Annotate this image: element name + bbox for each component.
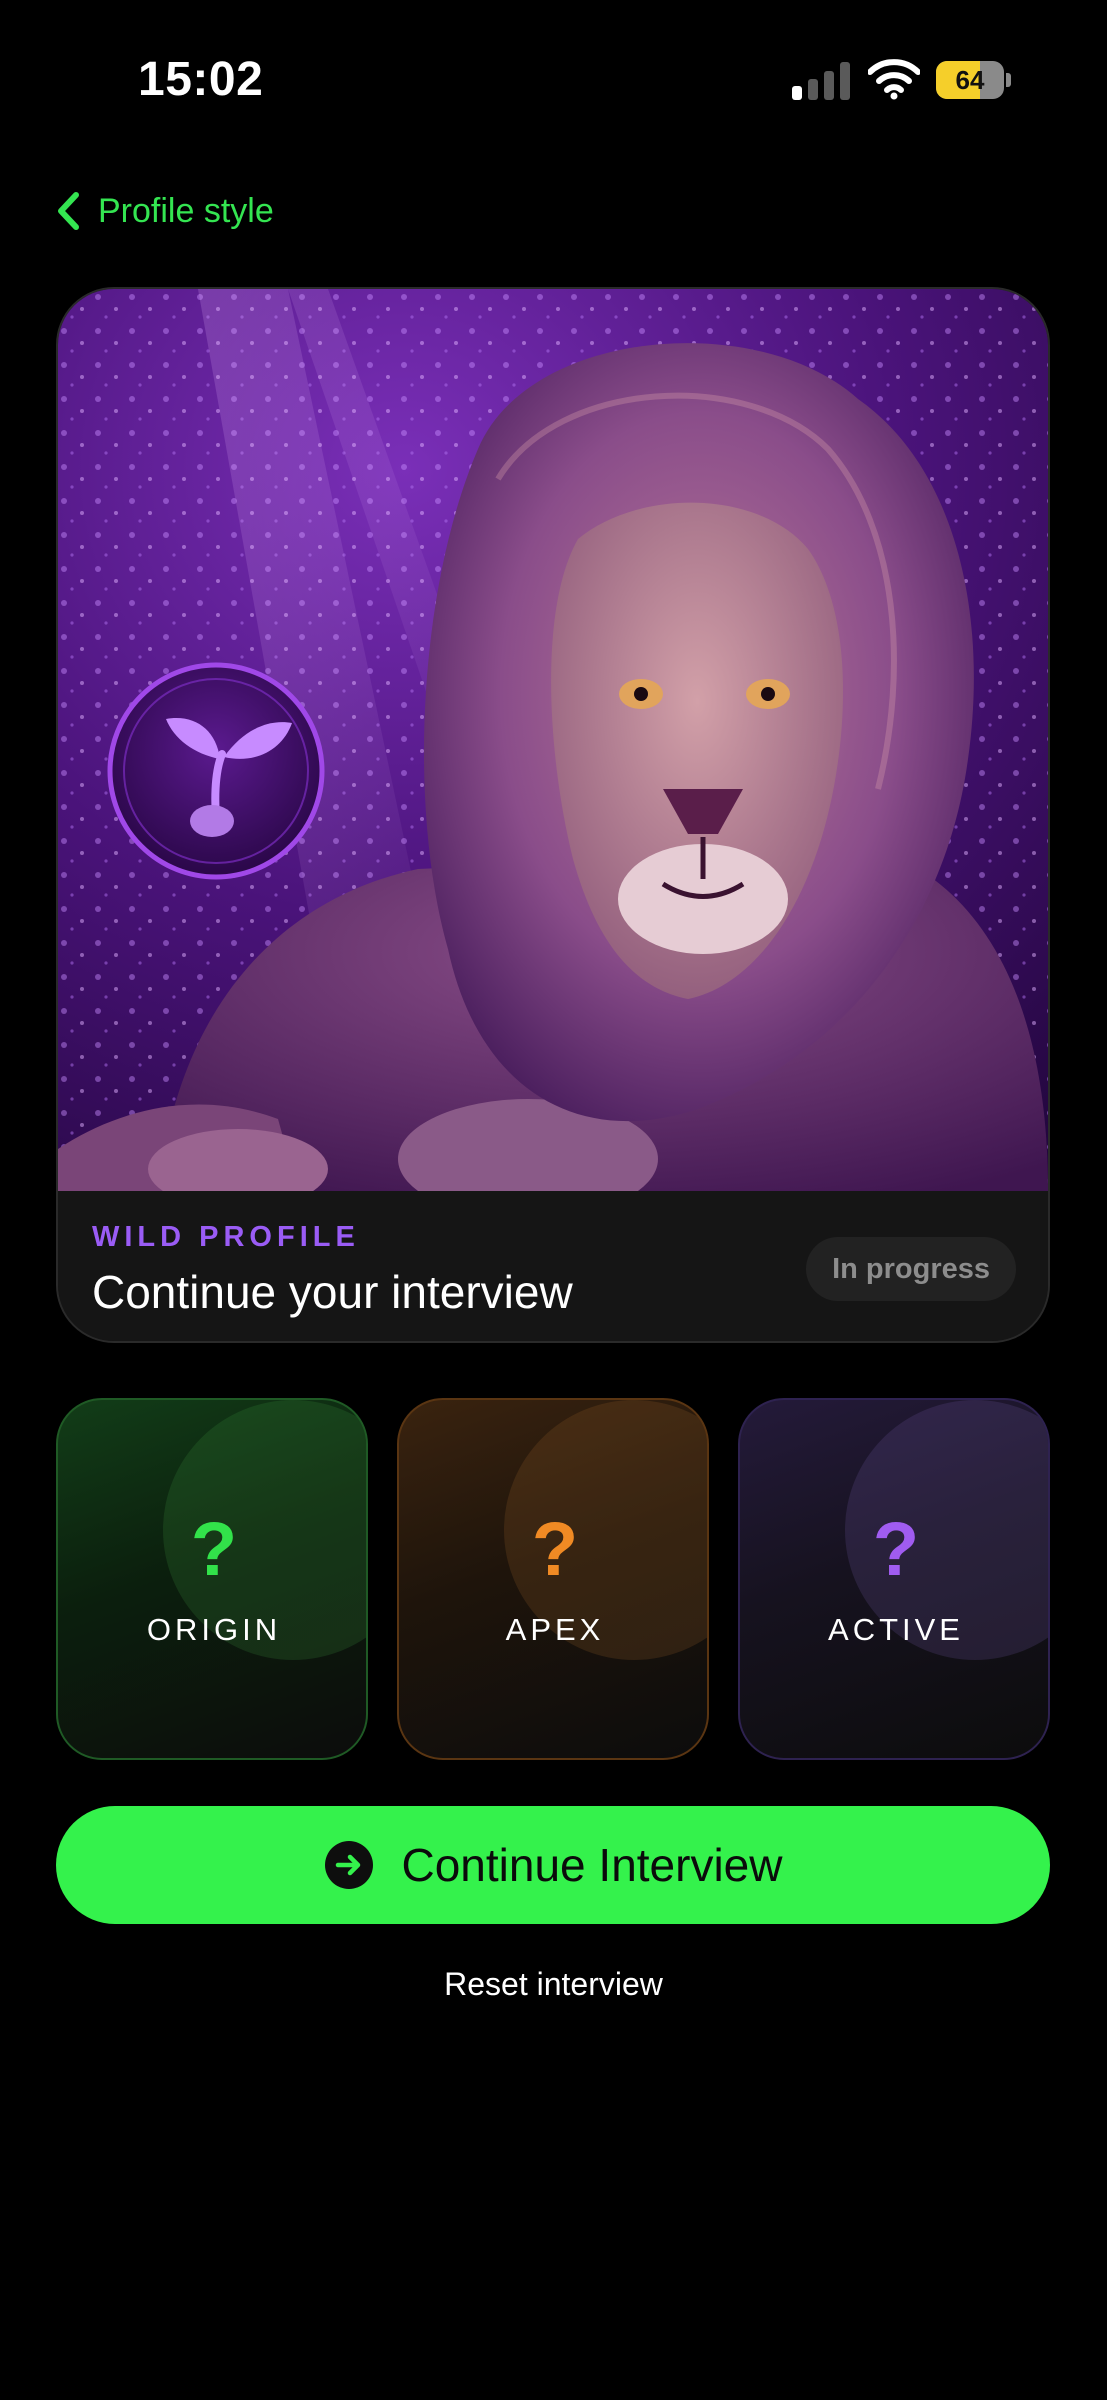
trait-card-active[interactable]: ? ACTIVE [738,1398,1050,1760]
arrow-right-circle-icon [324,1841,373,1889]
trait-card-origin[interactable]: ? ORIGIN [56,1398,368,1760]
trait-label: ORIGIN [146,1612,282,1647]
continue-interview-button[interactable]: Continue Interview [56,1806,1050,1924]
profile-card[interactable]: WILD PROFILE Continue your interview In … [56,287,1050,1343]
trait-cards: ? ORIGIN ? APEX ? ACTIVE [56,1398,1050,1761]
continue-interview-label: Continue Interview [401,1839,783,1891]
trait-card-apex[interactable]: ? APEX [397,1398,709,1760]
signal-icon [792,62,850,100]
trait-label: APEX [505,1612,605,1647]
status-badge: In progress [806,1237,1016,1301]
question-mark-icon: ? [872,1507,920,1592]
status-time: 15:02 [138,53,264,106]
trait-label: ACTIVE [828,1612,964,1647]
question-mark-icon: ? [531,1507,579,1592]
profile-card-title: Continue your interview [92,1266,573,1318]
battery-icon: 64 [936,61,1012,99]
question-mark-icon: ? [190,1507,238,1592]
battery-percentage: 64 [955,65,985,95]
profile-type-label: WILD PROFILE [92,1221,360,1253]
sprout-emblem-icon [107,662,325,880]
wifi-icon [868,59,920,100]
back-button[interactable]: Profile style [56,186,274,236]
reset-interview-link[interactable]: Reset interview [0,1966,1107,2003]
status-bar: 15:02 64 [0,0,1107,160]
back-label: Profile style [98,191,274,230]
lion-image [58,289,1048,1191]
profile-card-footer: WILD PROFILE Continue your interview In … [58,1191,1048,1341]
chevron-left-icon [58,192,79,230]
